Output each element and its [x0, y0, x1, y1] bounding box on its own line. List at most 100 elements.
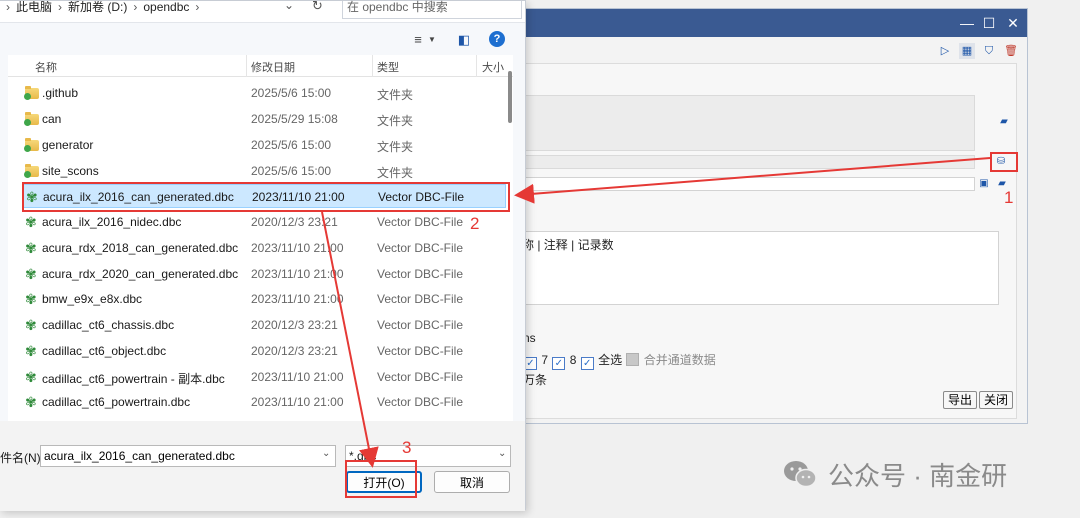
file-date: 2025/5/6 15:00 — [251, 138, 332, 152]
search-input[interactable]: 在 opendbc 中搜索 — [342, 1, 522, 19]
merge-label: 合并通道数据 — [643, 353, 716, 367]
wechat-icon — [784, 461, 817, 488]
scroll-thumb[interactable] — [508, 71, 512, 123]
close-window-button[interactable]: ✕ — [1003, 13, 1023, 33]
layout-icon[interactable]: ▦ — [959, 43, 975, 59]
play-icon[interactable]: ▷ — [937, 43, 953, 59]
column-divider[interactable] — [372, 55, 373, 77]
view-dropdown-icon[interactable]: ▼ — [427, 31, 437, 49]
sort-indicator-icon: ^ — [134, 55, 138, 60]
file-type: Vector DBC-File — [377, 370, 464, 384]
column-size[interactable]: 大小 — [482, 59, 504, 75]
view-list-icon[interactable]: ≡ — [409, 31, 427, 49]
file-type: 文件夹 — [377, 166, 414, 180]
dbc-file-icon: ✾ — [25, 240, 37, 256]
file-name: acura_ilx_2016_nidec.dbc — [42, 215, 182, 229]
channel-7-label: 7 — [541, 353, 549, 367]
dbc-file-icon: ✾ — [26, 189, 38, 205]
breadcrumb-opendbc[interactable]: opendbc — [143, 1, 189, 14]
dbc-file-icon: ✾ — [25, 343, 37, 359]
file-name: .github — [42, 86, 79, 100]
breadcrumb[interactable]: › 此电脑 › 新加卷 (D:) › opendbc › — [0, 1, 275, 19]
file-row[interactable]: ✾ cadillac_ct6_powertrain - 副本.dbc 2023/11… — [22, 365, 506, 389]
column-date[interactable]: 修改日期 — [251, 59, 295, 75]
filter-dropdown-icon[interactable]: ⌄ — [498, 448, 506, 459]
file-date: 2023/11/10 21:00 — [251, 292, 344, 306]
file-row[interactable]: site_scons 2025/5/6 15:00 文件夹 — [22, 159, 506, 183]
file-row[interactable]: .github 2025/5/6 15:00 文件夹 — [22, 81, 506, 105]
help-icon[interactable]: ? — [489, 31, 505, 47]
dbc-file-icon: ✾ — [25, 394, 37, 410]
save-icon[interactable]: ▣ — [977, 177, 991, 191]
checkbox-7[interactable]: ✓ — [552, 357, 566, 370]
maximize-button[interactable]: ☐ — [979, 13, 999, 33]
file-name: cadillac_ct6_chassis.dbc — [42, 318, 175, 332]
file-row[interactable]: ✾ cadillac_ct6_chassis.dbc 2020/12/3 23:21… — [22, 313, 506, 337]
folder-icon — [24, 112, 39, 126]
file-name: generator — [42, 138, 94, 152]
preview-pane-icon[interactable]: ◧ — [455, 31, 473, 49]
folder-open-icon[interactable]: ▰ — [997, 115, 1011, 129]
file-date: 2023/11/10 21:00 — [251, 241, 344, 255]
vertical-scrollbar[interactable] — [507, 71, 513, 417]
background-titlebar: — ☐ ✕ — [521, 9, 1027, 37]
channel-8-label: 8 — [569, 353, 577, 367]
file-row[interactable]: ✾ cadillac_ct6_object.dbc 2020/12/3 23:21 V… — [22, 339, 506, 363]
column-divider[interactable] — [246, 55, 247, 77]
table-header: 称 | 注释 | 记录数 — [522, 238, 614, 252]
file-type-filter[interactable]: *.dbc — [345, 445, 511, 467]
merge-checkbox[interactable] — [626, 353, 640, 366]
filename-label: 件名(N): — [0, 451, 44, 465]
column-name[interactable]: 名称 — [35, 59, 57, 75]
breadcrumb-drive[interactable]: 新加卷 (D:) — [68, 1, 127, 14]
file-name: bmw_e9x_e8x.dbc — [42, 292, 143, 306]
folder-icon — [24, 86, 39, 100]
breadcrumb-this-pc[interactable]: 此电脑 — [16, 1, 52, 14]
file-row[interactable]: ✾ cadillac_ct6_powertrain.dbc 2023/11/10 2… — [22, 390, 506, 414]
dbc-file-icon: ✾ — [25, 266, 37, 282]
column-divider[interactable] — [476, 55, 477, 77]
file-row[interactable]: generator 2025/5/6 15:00 文件夹 — [22, 133, 506, 157]
checkbox-8[interactable]: ✓ — [580, 357, 594, 370]
file-type: 文件夹 — [377, 88, 414, 102]
file-date: 2025/5/6 15:00 — [251, 164, 332, 178]
file-type: Vector DBC-File — [377, 241, 464, 255]
file-type: Vector DBC-File — [377, 267, 464, 281]
file-name: acura_rdx_2018_can_generated.dbc — [42, 241, 239, 255]
file-type: 文件夹 — [377, 114, 414, 128]
file-row[interactable]: ✾ acura_rdx_2018_can_generated.dbc 2023/11… — [22, 236, 506, 260]
filename-input[interactable] — [40, 445, 336, 467]
export-button[interactable]: 导出 — [943, 391, 978, 409]
file-name: site_scons — [42, 164, 99, 178]
minimize-button[interactable]: — — [957, 13, 977, 33]
filename-dropdown-icon[interactable]: ⌄ — [322, 448, 330, 459]
file-date: 2023/11/10 21:00 — [251, 267, 344, 281]
file-date: 2025/5/29 15:08 — [251, 112, 338, 126]
file-date: 2023/11/10 21:00 — [252, 190, 345, 204]
bookmark-icon[interactable]: ⛉ — [981, 43, 997, 59]
file-row-selected[interactable]: ✾ acura_ilx_2016_can_generated.dbc 2023/11… — [22, 184, 506, 208]
file-list: ^ 名称 修改日期 类型 大小 .github 2025/5/6 15:00 文件夹… — [8, 55, 513, 421]
description-box — [521, 95, 975, 151]
history-dropdown-icon[interactable]: ⌄ — [284, 0, 294, 12]
file-date: 2020/12/3 23:21 — [251, 318, 338, 332]
record-limit-label: 万条 — [523, 373, 548, 387]
path-field[interactable] — [521, 177, 975, 191]
open-button[interactable]: 打开(O) — [346, 471, 422, 493]
refresh-icon[interactable]: ↻ — [312, 0, 323, 14]
file-type: Vector DBC-File — [377, 395, 464, 409]
close-button[interactable]: 关闭 — [979, 391, 1014, 409]
file-row[interactable]: can 2025/5/29 15:08 文件夹 — [22, 107, 506, 131]
view-toolbar: ≡ ▼ ◧ ? — [407, 31, 517, 51]
file-row[interactable]: ✾ acura_rdx_2020_can_generated.dbc 2023/11… — [22, 262, 506, 286]
folder-icon[interactable]: ▰ — [995, 177, 1009, 191]
cancel-button[interactable]: 取消 — [434, 471, 510, 493]
column-type[interactable]: 类型 — [377, 59, 399, 75]
delete-icon[interactable]: 🗑 — [1003, 43, 1019, 59]
file-name: cadillac_ct6_object.dbc — [42, 344, 167, 358]
filter-value: *.dbc — [349, 449, 377, 463]
database-icon[interactable]: ⛁ — [994, 155, 1008, 169]
file-row[interactable]: ✾ bmw_e9x_e8x.dbc 2023/11/10 21:00 Vector D… — [22, 287, 506, 311]
file-row[interactable]: ✾ acura_ilx_2016_nidec.dbc 2020/12/3 23:21… — [22, 210, 506, 234]
db-path-field — [521, 155, 975, 169]
